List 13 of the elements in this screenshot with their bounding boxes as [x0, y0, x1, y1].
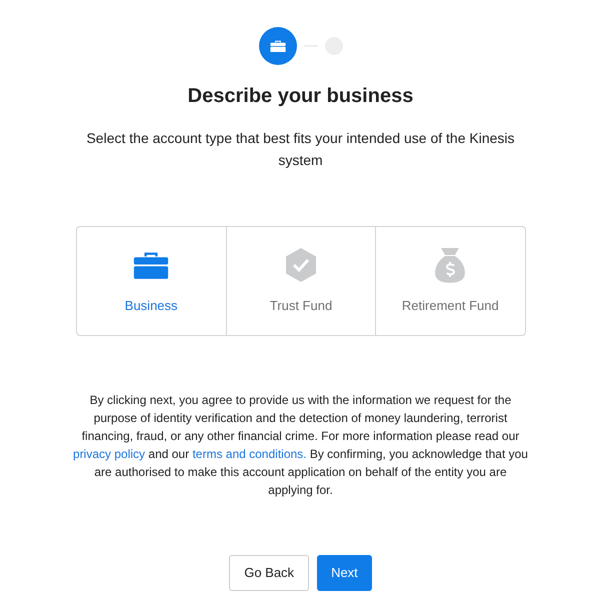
- briefcase-icon: [270, 40, 286, 52]
- disclaimer-text: By clicking next, you agree to provide us with the information we request for the purpose of identity verification and the detection of money laundering, terrorist financing, fraud, or any other financial crime. For more information please read our privacy policy and our terms and conditions. By confirming, you acknowledge that you are authorised to make this account application on behalf of the entity you are applying for.: [72, 392, 529, 499]
- next-button[interactable]: Next: [317, 555, 372, 591]
- back-button[interactable]: Go Back: [229, 555, 310, 591]
- page-title: Describe your business: [188, 84, 414, 109]
- money-bag-icon: [434, 246, 466, 284]
- terms-link[interactable]: terms and conditions.: [192, 447, 306, 461]
- briefcase-icon: [133, 250, 170, 280]
- account-type-option[interactable]: Retirement Fund: [375, 227, 524, 335]
- privacy-policy-link[interactable]: privacy policy: [73, 447, 146, 461]
- account-type-option[interactable]: Business: [76, 227, 226, 335]
- page-subtitle: Select the account type that best fits your intended use of the Kinesis system: [85, 129, 516, 170]
- account-type-option[interactable]: Trust Fund: [226, 227, 376, 335]
